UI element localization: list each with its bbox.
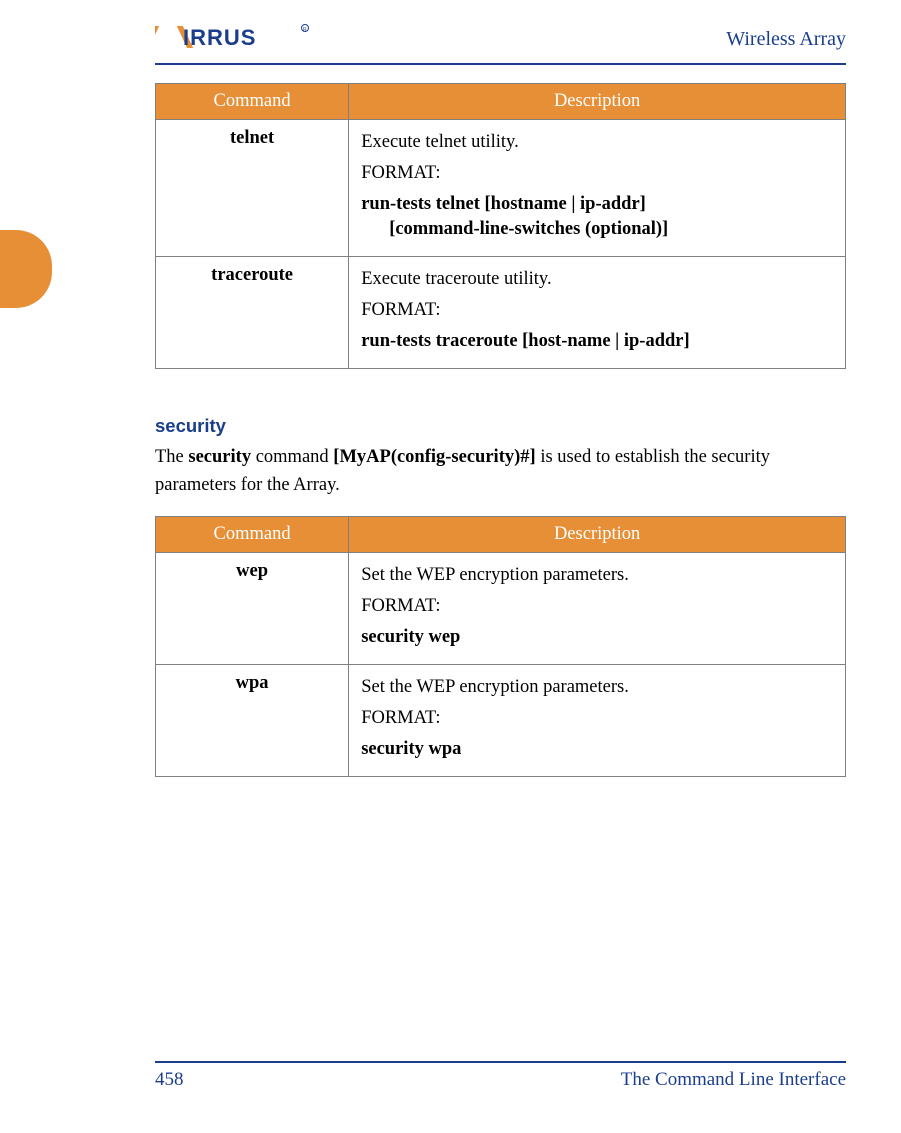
th-command: Command bbox=[156, 84, 349, 120]
th-command: Command bbox=[156, 517, 349, 553]
xirrus-logo-icon: IRRUS R bbox=[155, 22, 315, 52]
page-number: 458 bbox=[155, 1069, 184, 1091]
page-content: Command Description telnet Execute telne… bbox=[0, 65, 901, 777]
table-row: wep Set the WEP encryption parameters. F… bbox=[156, 553, 846, 665]
format-command: run-tests traceroute [host-name | ip-add… bbox=[361, 329, 833, 354]
cmd-cell-wep: wep bbox=[156, 553, 349, 665]
para-bold: [MyAP(config-security)#] bbox=[333, 447, 535, 467]
desc-text: Execute telnet utility. bbox=[361, 130, 833, 155]
para-bold: security bbox=[188, 447, 251, 467]
format-line-2: [command-line-switches (optional)] bbox=[361, 217, 833, 242]
header-title: Wireless Array bbox=[726, 28, 846, 51]
footer-title: The Command Line Interface bbox=[621, 1069, 846, 1091]
page-header: IRRUS R Wireless Array bbox=[0, 0, 901, 65]
table-header-row: Command Description bbox=[156, 517, 846, 553]
desc-cell-telnet: Execute telnet utility. FORMAT: run-test… bbox=[349, 120, 846, 257]
cmd-cell-wpa: wpa bbox=[156, 665, 349, 777]
format-label: FORMAT: bbox=[361, 706, 833, 731]
cmd-cell-traceroute: traceroute bbox=[156, 256, 349, 368]
format-label: FORMAT: bbox=[361, 161, 833, 186]
para-text: The bbox=[155, 447, 188, 467]
th-description: Description bbox=[349, 517, 846, 553]
svg-text:R: R bbox=[303, 27, 307, 33]
cmd-cell-telnet: telnet bbox=[156, 120, 349, 257]
format-line-1: security wep bbox=[361, 627, 460, 647]
desc-text: Set the WEP encryption parameters. bbox=[361, 563, 833, 588]
desc-cell-wep: Set the WEP encryption parameters. FORMA… bbox=[349, 553, 846, 665]
command-table-2: Command Description wep Set the WEP encr… bbox=[155, 516, 846, 777]
table-row: telnet Execute telnet utility. FORMAT: r… bbox=[156, 120, 846, 257]
table-row: traceroute Execute traceroute utility. F… bbox=[156, 256, 846, 368]
logo-text: IRRUS bbox=[183, 25, 256, 50]
format-command: security wpa bbox=[361, 737, 833, 762]
format-line-1: run-tests telnet [hostname | ip-addr] bbox=[361, 194, 646, 214]
brand-logo: IRRUS R bbox=[155, 22, 315, 57]
footer-divider bbox=[155, 1061, 846, 1063]
section-paragraph: The security command [MyAP(config-securi… bbox=[155, 443, 846, 500]
header-divider bbox=[155, 63, 846, 65]
table-header-row: Command Description bbox=[156, 84, 846, 120]
format-command: run-tests telnet [hostname | ip-addr] [c… bbox=[361, 192, 833, 242]
para-text: command bbox=[251, 447, 333, 467]
format-label: FORMAT: bbox=[361, 594, 833, 619]
format-line-1: security wpa bbox=[361, 739, 461, 759]
section-heading-security: security bbox=[155, 415, 846, 437]
th-description: Description bbox=[349, 84, 846, 120]
format-command: security wep bbox=[361, 625, 833, 650]
desc-text: Execute traceroute utility. bbox=[361, 267, 833, 292]
table-row: wpa Set the WEP encryption parameters. F… bbox=[156, 665, 846, 777]
page-footer: 458 The Command Line Interface bbox=[0, 1061, 901, 1091]
desc-cell-traceroute: Execute traceroute utility. FORMAT: run-… bbox=[349, 256, 846, 368]
desc-cell-wpa: Set the WEP encryption parameters. FORMA… bbox=[349, 665, 846, 777]
desc-text: Set the WEP encryption parameters. bbox=[361, 675, 833, 700]
format-label: FORMAT: bbox=[361, 298, 833, 323]
format-line-1: run-tests traceroute [host-name | ip-add… bbox=[361, 331, 689, 351]
command-table-1: Command Description telnet Execute telne… bbox=[155, 83, 846, 369]
